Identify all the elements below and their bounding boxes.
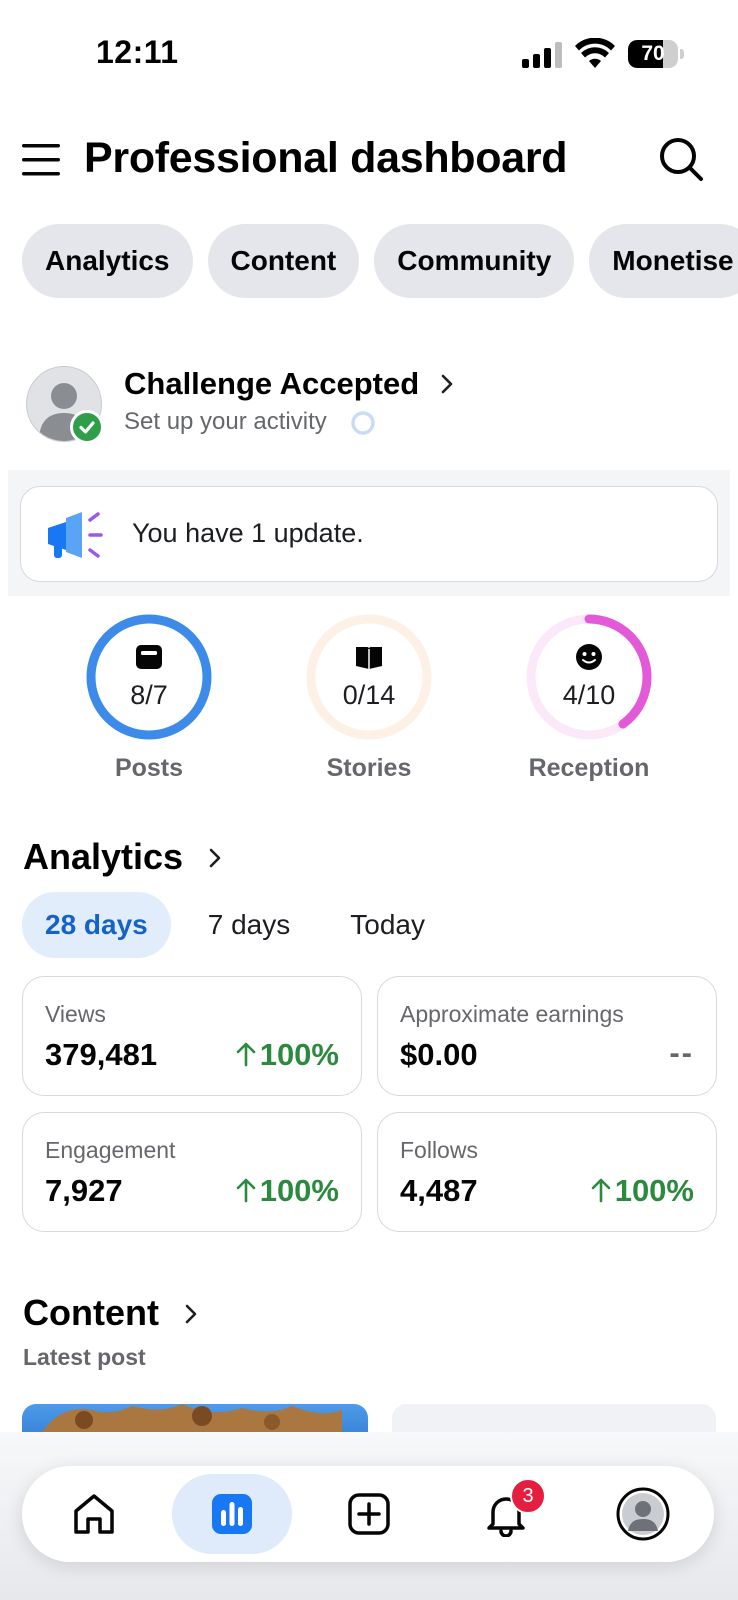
analytics-title[interactable]: Analytics (23, 836, 183, 878)
reception-value: 4/10 (562, 680, 616, 710)
chevron-right-icon[interactable] (440, 372, 454, 396)
update-card[interactable] (20, 486, 718, 582)
check-icon (70, 410, 104, 444)
range-28-days[interactable]: 28 days (22, 892, 171, 958)
metric-change: 100% (236, 1173, 339, 1209)
metric-value: 4,487 (400, 1173, 478, 1208)
metric-card-earnings[interactable]: Approximate earnings $0.00 -- (377, 976, 717, 1096)
metric-change-value: 100% (259, 1037, 339, 1072)
range-7-days[interactable]: 7 days (185, 892, 314, 958)
nav-create[interactable] (309, 1474, 429, 1554)
tab-community[interactable]: Community (374, 224, 575, 298)
date-range-tabs: 28 days 7 days Today (22, 892, 462, 958)
metric-card-views[interactable]: Views 379,481 100% (22, 976, 362, 1096)
post-card-placeholder[interactable] (392, 1404, 716, 1432)
metric-label: Approximate earnings (400, 1001, 624, 1027)
signal-icon (522, 42, 562, 68)
challenge-subtitle: Set up your activity (124, 408, 327, 435)
metric-value: 379,481 (45, 1037, 158, 1072)
metric-card-follows[interactable]: Follows 4,487 100% (377, 1112, 717, 1232)
tab-analytics[interactable]: Analytics (22, 224, 193, 298)
battery-icon: 70 (628, 40, 686, 68)
content-subtitle: Latest post (23, 1344, 146, 1370)
reception-ring (526, 614, 652, 740)
metric-label: Follows (400, 1137, 478, 1163)
stories-label: Stories (326, 754, 412, 782)
posts-label: Posts (114, 754, 184, 782)
stories-ring (306, 614, 432, 740)
book-icon (356, 647, 382, 669)
challenge-title[interactable]: Challenge Accepted (124, 366, 419, 402)
nav-profile[interactable] (583, 1474, 703, 1554)
dashboard-tabs: Analytics Content Community Monetise (22, 224, 738, 298)
smiley-icon (576, 644, 602, 670)
metric-value: 7,927 (45, 1173, 123, 1208)
metric-change: 100% (236, 1037, 339, 1073)
stories-value: 0/14 (342, 680, 396, 710)
metric-change-value: 100% (614, 1173, 694, 1208)
post-icon (136, 645, 162, 669)
posts-ring (86, 614, 212, 740)
profile-icon (616, 1487, 670, 1541)
megaphone-icon (48, 512, 103, 558)
chevron-right-icon[interactable] (208, 846, 222, 870)
wifi-icon (575, 38, 615, 68)
metric-card-engagement[interactable]: Engagement 7,927 100% (22, 1112, 362, 1232)
metric-change: -- (669, 1035, 694, 1070)
metric-label: Views (45, 1001, 106, 1027)
content-title[interactable]: Content (23, 1292, 159, 1334)
progress-ring-icon (351, 411, 375, 435)
arrow-up-icon (236, 1178, 256, 1203)
home-icon (74, 1494, 114, 1534)
arrow-up-icon (591, 1178, 611, 1203)
notification-badge: 3 (510, 1478, 546, 1514)
menu-icon[interactable] (22, 142, 62, 178)
tab-content[interactable]: Content (207, 224, 360, 298)
reception-label: Reception (528, 754, 650, 782)
page-title: Professional dashboard (84, 134, 568, 182)
nav-notifications[interactable] (446, 1474, 566, 1554)
metric-change: 100% (591, 1173, 694, 1209)
ring-progress (86, 614, 212, 740)
dashboard-icon (212, 1494, 252, 1534)
nav-dashboard[interactable] (172, 1474, 292, 1554)
search-icon[interactable] (658, 136, 704, 182)
status-time: 12:11 (96, 34, 179, 70)
leaves-image (42, 1404, 342, 1432)
metric-value: $0.00 (400, 1037, 478, 1072)
challenge-avatar[interactable] (26, 366, 104, 444)
posts-value: 8/7 (130, 680, 168, 710)
metric-change-value: 100% (259, 1173, 339, 1208)
update-text: You have 1 update. (132, 518, 364, 548)
create-icon (348, 1493, 390, 1535)
tab-monetise[interactable]: Monetise (589, 224, 738, 298)
metric-label: Engagement (45, 1137, 176, 1163)
nav-home[interactable] (34, 1474, 154, 1554)
ring-track (306, 614, 432, 740)
range-today[interactable]: Today (327, 892, 448, 958)
latest-post-thumbnail[interactable] (22, 1404, 368, 1432)
chevron-right-icon[interactable] (184, 1302, 198, 1326)
arrow-up-icon (236, 1042, 256, 1067)
battery-level: 70 (641, 42, 665, 65)
